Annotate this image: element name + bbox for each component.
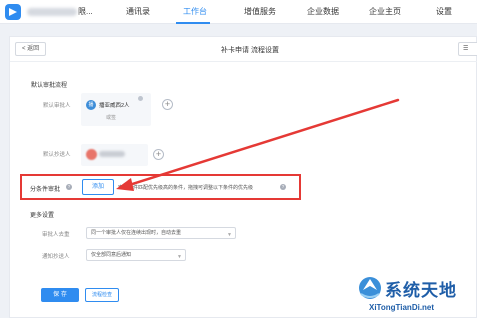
watermark: 系统天地 XiTongTianDi.net — [357, 272, 477, 318]
chevron-down-icon: ▼ — [227, 232, 232, 238]
more-menu-button[interactable]: ☰ — [458, 42, 477, 56]
approver-avatar: 播 — [86, 100, 96, 110]
more-settings-title: 更多设置 — [30, 213, 55, 219]
app-logo — [5, 4, 21, 20]
notify-cc-value: 仅全部同意后通知 — [91, 252, 132, 258]
condition-help-icon[interactable]: ? — [66, 184, 72, 190]
condition-label: 分条件审批 — [30, 187, 61, 193]
approver-card[interactable]: 播 播亚威西2人 或签 — [81, 93, 151, 126]
cc-card[interactable] — [81, 144, 148, 166]
nav-enterprise-home[interactable]: 企业主页 — [369, 6, 401, 17]
nav-workbench[interactable]: 工作台 — [183, 6, 207, 17]
flow-check-button[interactable]: 流程检查 — [85, 288, 119, 302]
nav-settings[interactable]: 设置 — [436, 6, 452, 17]
watermark-domain: XiTongTianDi.net — [369, 303, 435, 312]
dedupe-label: 审批人去重 — [42, 232, 70, 238]
approver-name: 播亚威西2人 — [99, 103, 130, 109]
add-condition-button[interactable]: 添加 — [82, 179, 114, 195]
org-name-redacted — [27, 8, 77, 16]
header-divider — [10, 61, 477, 62]
default-approver-label: 默认审批人 — [43, 103, 71, 109]
add-approver-icon[interactable]: + — [162, 99, 173, 110]
default-cc-label: 默认抄送人 — [43, 152, 71, 158]
remove-approver-icon[interactable] — [138, 96, 143, 101]
watermark-logo-icon — [359, 277, 381, 299]
nav-enterprise-data[interactable]: 企业数据 — [307, 6, 339, 17]
nav-contacts[interactable]: 通讯录 — [126, 6, 150, 17]
back-button[interactable]: < 返回 — [15, 42, 47, 56]
nav-value-added[interactable]: 增值服务 — [244, 6, 276, 17]
org-name-suffix: 限... — [78, 7, 93, 16]
dedupe-value: 同一个审批人仅在连续出现时，自动去重 — [91, 230, 182, 236]
condition-description: 审批条件匹配优先级高的条件，拖拽可调整以下条件的优先级 — [118, 185, 254, 191]
cc-name-redacted — [99, 151, 125, 157]
top-nav: 限... 通讯录 工作台 增值服务 企业数据 企业主页 设置 — [0, 0, 477, 24]
dedupe-select[interactable]: 同一个审批人仅在连续出现时，自动去重 ▼ — [86, 227, 236, 239]
cc-avatar — [86, 149, 97, 160]
priority-help-icon[interactable]: ? — [280, 184, 286, 190]
watermark-title: 系统天地 — [385, 281, 457, 301]
approver-mode: 或签 — [106, 115, 117, 121]
nav-active-indicator — [176, 22, 210, 24]
chevron-down-icon: ▼ — [177, 254, 182, 260]
add-cc-icon[interactable]: + — [153, 149, 164, 160]
notify-cc-label: 通知抄送人 — [42, 254, 70, 260]
default-flow-title: 默认审批流程 — [31, 83, 68, 89]
notify-cc-select[interactable]: 仅全部同意后通知 ▼ — [86, 249, 186, 261]
page-title: 补卡申请 流程设置 — [221, 47, 279, 54]
save-button[interactable]: 保 存 — [41, 288, 79, 302]
